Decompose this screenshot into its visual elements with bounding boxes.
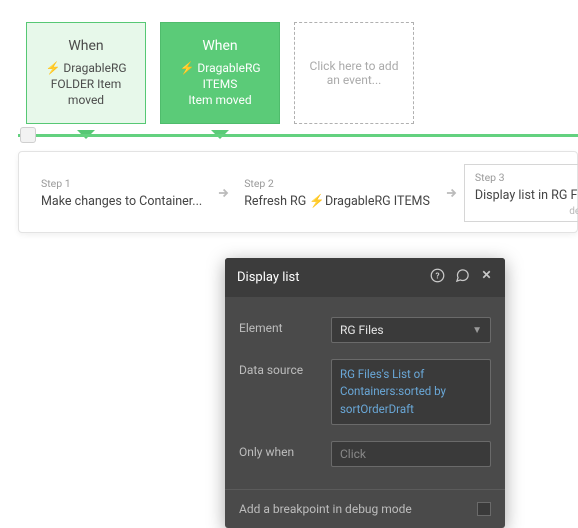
event-when: When (202, 38, 237, 54)
step-3-selected[interactable]: Step 3 Display list in RG Files delete (464, 164, 578, 222)
step-1[interactable]: Step 1 Make changes to Container... (33, 164, 210, 222)
action-properties-panel: Display list ? Element RG Files ▼ (225, 258, 505, 528)
element-select[interactable]: RG Files ▼ (331, 317, 491, 343)
panel-header[interactable]: Display list ? (225, 258, 505, 297)
datasource-expression[interactable]: RG Files's List of Containers:sorted by … (331, 359, 491, 425)
add-event-label: Click here to add an event... (303, 59, 405, 87)
arrow-right-icon (438, 164, 464, 222)
breakpoint-label: Add a breakpoint in debug mode (239, 502, 412, 516)
events-row: When ⚡ DragableRG FOLDER Item moved When… (0, 0, 578, 124)
element-field: Element RG Files ▼ (239, 309, 491, 351)
svg-text:?: ? (435, 271, 439, 281)
add-event-button[interactable]: Click here to add an event... (294, 22, 414, 124)
event-when: When (68, 38, 103, 54)
step-number: Step 3 (475, 171, 578, 184)
onlywhen-label: Only when (239, 441, 331, 459)
step-title: Refresh RG ⚡DragableRG ITEMS (244, 194, 430, 209)
panel-title: Display list (237, 270, 300, 285)
chevron-down-icon: ▼ (472, 325, 482, 336)
bolt-icon: ⚡ (179, 61, 194, 75)
step-2[interactable]: Step 2 Refresh RG ⚡DragableRG ITEMS (236, 164, 438, 222)
close-icon[interactable] (480, 268, 493, 287)
help-icon[interactable]: ? (430, 268, 445, 287)
datasource-label: Data source (239, 359, 331, 377)
event-label: ⚡ DragableRG ITEMS Item moved (169, 60, 271, 109)
element-label: Element (239, 317, 331, 335)
timeline-bar (18, 134, 578, 137)
event-card-folder-moved[interactable]: When ⚡ DragableRG FOLDER Item moved (26, 22, 146, 124)
step-title: Display list in RG Files (475, 188, 578, 203)
event-label: ⚡ DragableRG FOLDER Item moved (35, 60, 137, 109)
panel-body: Element RG Files ▼ Data source RG Files'… (225, 297, 505, 489)
panel-footer: Add a breakpoint in debug mode (225, 489, 505, 528)
comment-icon[interactable] (455, 268, 470, 287)
bolt-icon: ⚡ (309, 194, 325, 209)
delete-step-button[interactable]: delete (475, 206, 578, 217)
arrow-right-icon (210, 164, 236, 222)
step-title: Make changes to Container... (41, 194, 202, 209)
step-number: Step 1 (41, 177, 202, 190)
workflow-steps-card: Step 1 Make changes to Container... Step… (18, 151, 578, 233)
breakpoint-checkbox[interactable] (477, 502, 491, 516)
datasource-field: Data source RG Files's List of Container… (239, 351, 491, 433)
onlywhen-field: Only when Click (239, 433, 491, 475)
onlywhen-input[interactable]: Click (331, 441, 491, 467)
step-number: Step 2 (244, 177, 430, 190)
timeline-handle[interactable] (20, 127, 36, 143)
event-card-items-moved[interactable]: When ⚡ DragableRG ITEMS Item moved (160, 22, 280, 124)
bolt-icon: ⚡ (45, 61, 60, 75)
